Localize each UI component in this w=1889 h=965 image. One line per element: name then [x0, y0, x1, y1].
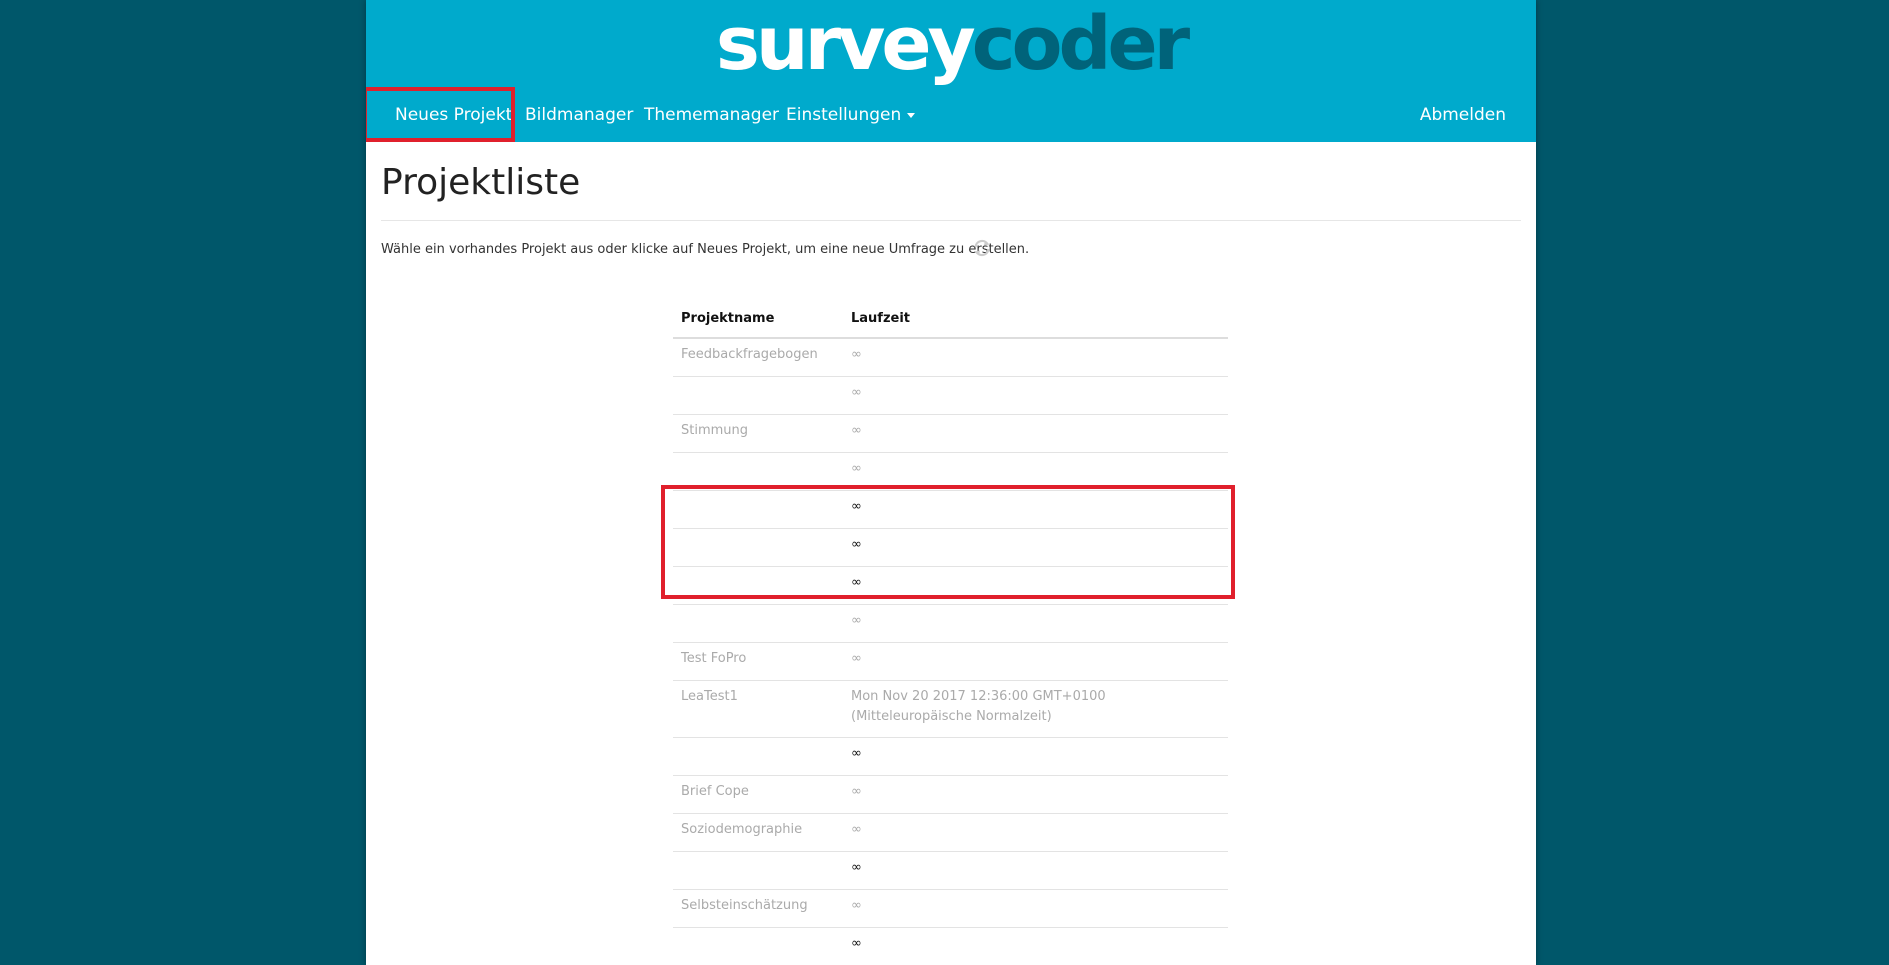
logo-part-coder: coder — [971, 1, 1190, 87]
runtime-cell: ∞ — [843, 927, 1228, 965]
runtime-cell: ∞ — [843, 813, 1228, 852]
runtime-cell: ∞ — [843, 338, 1228, 377]
table-header-row: Projektname Laufzeit — [673, 300, 1228, 339]
runtime-cell: ∞ — [843, 889, 1228, 928]
table-row[interactable]: Test FoPro ∞ — [673, 642, 1228, 681]
nav-settings-dropdown[interactable]: Einstellungen — [786, 88, 916, 142]
runtime-cell: Mon Nov 20 2017 12:36:00 GMT+0100 (Mitte… — [843, 680, 1228, 738]
intro-text: Wähle ein vorhandes Projekt aus oder kli… — [381, 242, 1030, 257]
column-header-runtime: Laufzeit — [843, 300, 1228, 339]
nav-theme-manager[interactable]: Thememanager — [644, 88, 779, 142]
caret-down-icon — [907, 112, 916, 118]
runtime-cell: ∞ — [843, 604, 1228, 643]
project-name-cell — [673, 604, 843, 643]
table-row[interactable]: ∞ — [673, 376, 1228, 415]
nav-logout[interactable]: Abmelden — [1420, 88, 1506, 142]
table-row[interactable]: Stimmung ∞ — [673, 414, 1228, 453]
table-row[interactable]: ∞ — [673, 604, 1228, 643]
runtime-cell: ∞ — [843, 414, 1228, 453]
project-name-cell: Brief Cope — [673, 775, 843, 814]
page-title: Projektliste — [381, 162, 581, 203]
title-divider — [381, 220, 1521, 221]
runtime-cell: ∞ — [843, 737, 1228, 776]
project-table: Projektname Laufzeit Feedbackfragebogen ∞… — [673, 300, 1228, 965]
project-name-cell: Selbsteinschätzung — [673, 889, 843, 928]
runtime-cell: ∞ — [843, 642, 1228, 681]
table-row[interactable]: Selbsteinschätzung ∞ — [673, 889, 1228, 928]
logo[interactable]: surveycoder — [366, 2, 1536, 86]
runtime-cell: ∞ — [843, 851, 1228, 890]
table-row[interactable]: ∞ — [673, 927, 1228, 965]
project-name-cell: Feedbackfragebogen — [673, 338, 843, 377]
main-nav: Neues Projekt Bildmanager Thememanager E… — [366, 88, 1536, 142]
table-row[interactable]: Soziodemographie ∞ — [673, 813, 1228, 852]
project-name-cell: Soziodemographie — [673, 813, 843, 852]
table-row[interactable]: Brief Cope ∞ — [673, 775, 1228, 814]
table-row[interactable]: ∞ — [673, 851, 1228, 890]
highlight-box-new-project — [366, 87, 515, 142]
project-name-cell — [673, 851, 843, 890]
header-bar: surveycoder Neues Projekt Bildmanager Th… — [366, 0, 1536, 142]
refresh-icon[interactable] — [972, 238, 992, 258]
page-container: surveycoder Neues Projekt Bildmanager Th… — [366, 0, 1536, 965]
highlight-box-rows — [661, 485, 1235, 599]
logo-part-survey: survey — [715, 1, 976, 87]
table-row[interactable]: ∞ — [673, 737, 1228, 776]
nav-settings-label: Einstellungen — [786, 105, 902, 125]
project-name-cell: LeaTest1 — [673, 680, 843, 738]
column-header-project-name: Projektname — [673, 300, 843, 339]
project-name-cell: Test FoPro — [673, 642, 843, 681]
runtime-cell: ∞ — [843, 775, 1228, 814]
project-name-cell: Stimmung — [673, 414, 843, 453]
project-name-cell — [673, 737, 843, 776]
runtime-cell: ∞ — [843, 376, 1228, 415]
project-name-cell — [673, 376, 843, 415]
nav-image-manager[interactable]: Bildmanager — [525, 88, 633, 142]
table-row[interactable]: LeaTest1 Mon Nov 20 2017 12:36:00 GMT+010… — [673, 680, 1228, 738]
table-row[interactable]: Feedbackfragebogen ∞ — [673, 338, 1228, 377]
project-name-cell — [673, 927, 843, 965]
